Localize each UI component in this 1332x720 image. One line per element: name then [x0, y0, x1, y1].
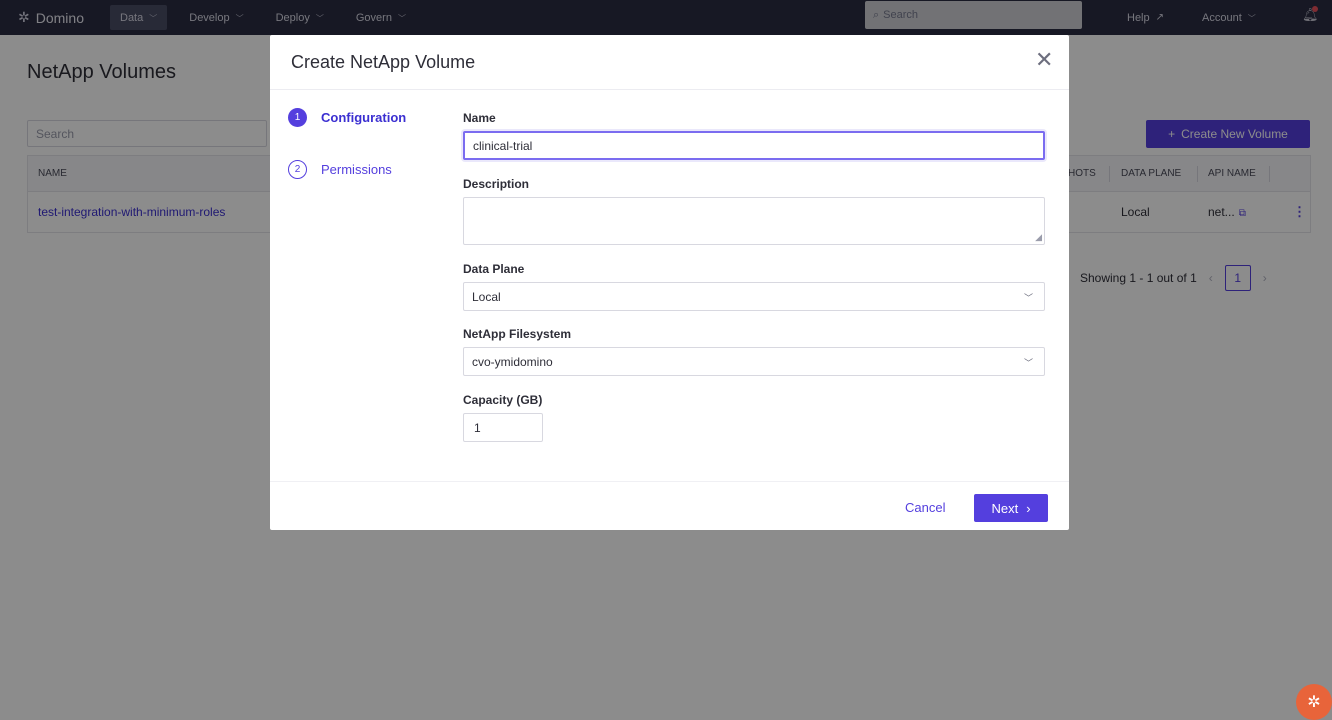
- step-label: Permissions: [321, 162, 392, 177]
- step-permissions[interactable]: 2 Permissions: [288, 160, 392, 179]
- step-label: Configuration: [321, 110, 407, 125]
- chevron-right-icon: ›: [1026, 500, 1031, 516]
- dialog-header: Create NetApp Volume ✕: [270, 35, 1069, 90]
- dialog-footer: Cancel Next ›: [270, 481, 1069, 530]
- netapp-filesystem-label: NetApp Filesystem: [463, 327, 572, 341]
- description-textarea[interactable]: ◢: [463, 197, 1045, 245]
- resize-handle-icon[interactable]: ◢: [1035, 232, 1042, 243]
- close-icon[interactable]: ✕: [1035, 49, 1053, 71]
- chevron-down-icon: ﹀: [1023, 293, 1033, 303]
- domino-assistant-icon[interactable]: ✲: [1296, 684, 1332, 720]
- name-label: Name: [463, 111, 496, 125]
- cancel-button[interactable]: Cancel: [905, 500, 945, 515]
- create-netapp-volume-dialog: Create NetApp Volume ✕ 1 Configuration 2…: [270, 35, 1069, 530]
- step-configuration[interactable]: 1 Configuration: [288, 108, 406, 127]
- name-input[interactable]: clinical-trial: [463, 131, 1045, 160]
- next-button[interactable]: Next ›: [974, 494, 1048, 522]
- step-number-badge: 2: [288, 160, 307, 179]
- chevron-down-icon: ﹀: [1023, 358, 1033, 368]
- capacity-label: Capacity (GB): [463, 393, 543, 407]
- step-number-badge: 1: [288, 108, 307, 127]
- capacity-input[interactable]: 1: [463, 413, 543, 442]
- data-plane-label: Data Plane: [463, 262, 525, 276]
- description-label: Description: [463, 177, 530, 191]
- dialog-title: Create NetApp Volume: [291, 52, 476, 72]
- data-plane-select[interactable]: Local ﹀: [463, 282, 1045, 311]
- netapp-filesystem-select[interactable]: cvo-ymidomino ﹀: [463, 347, 1045, 376]
